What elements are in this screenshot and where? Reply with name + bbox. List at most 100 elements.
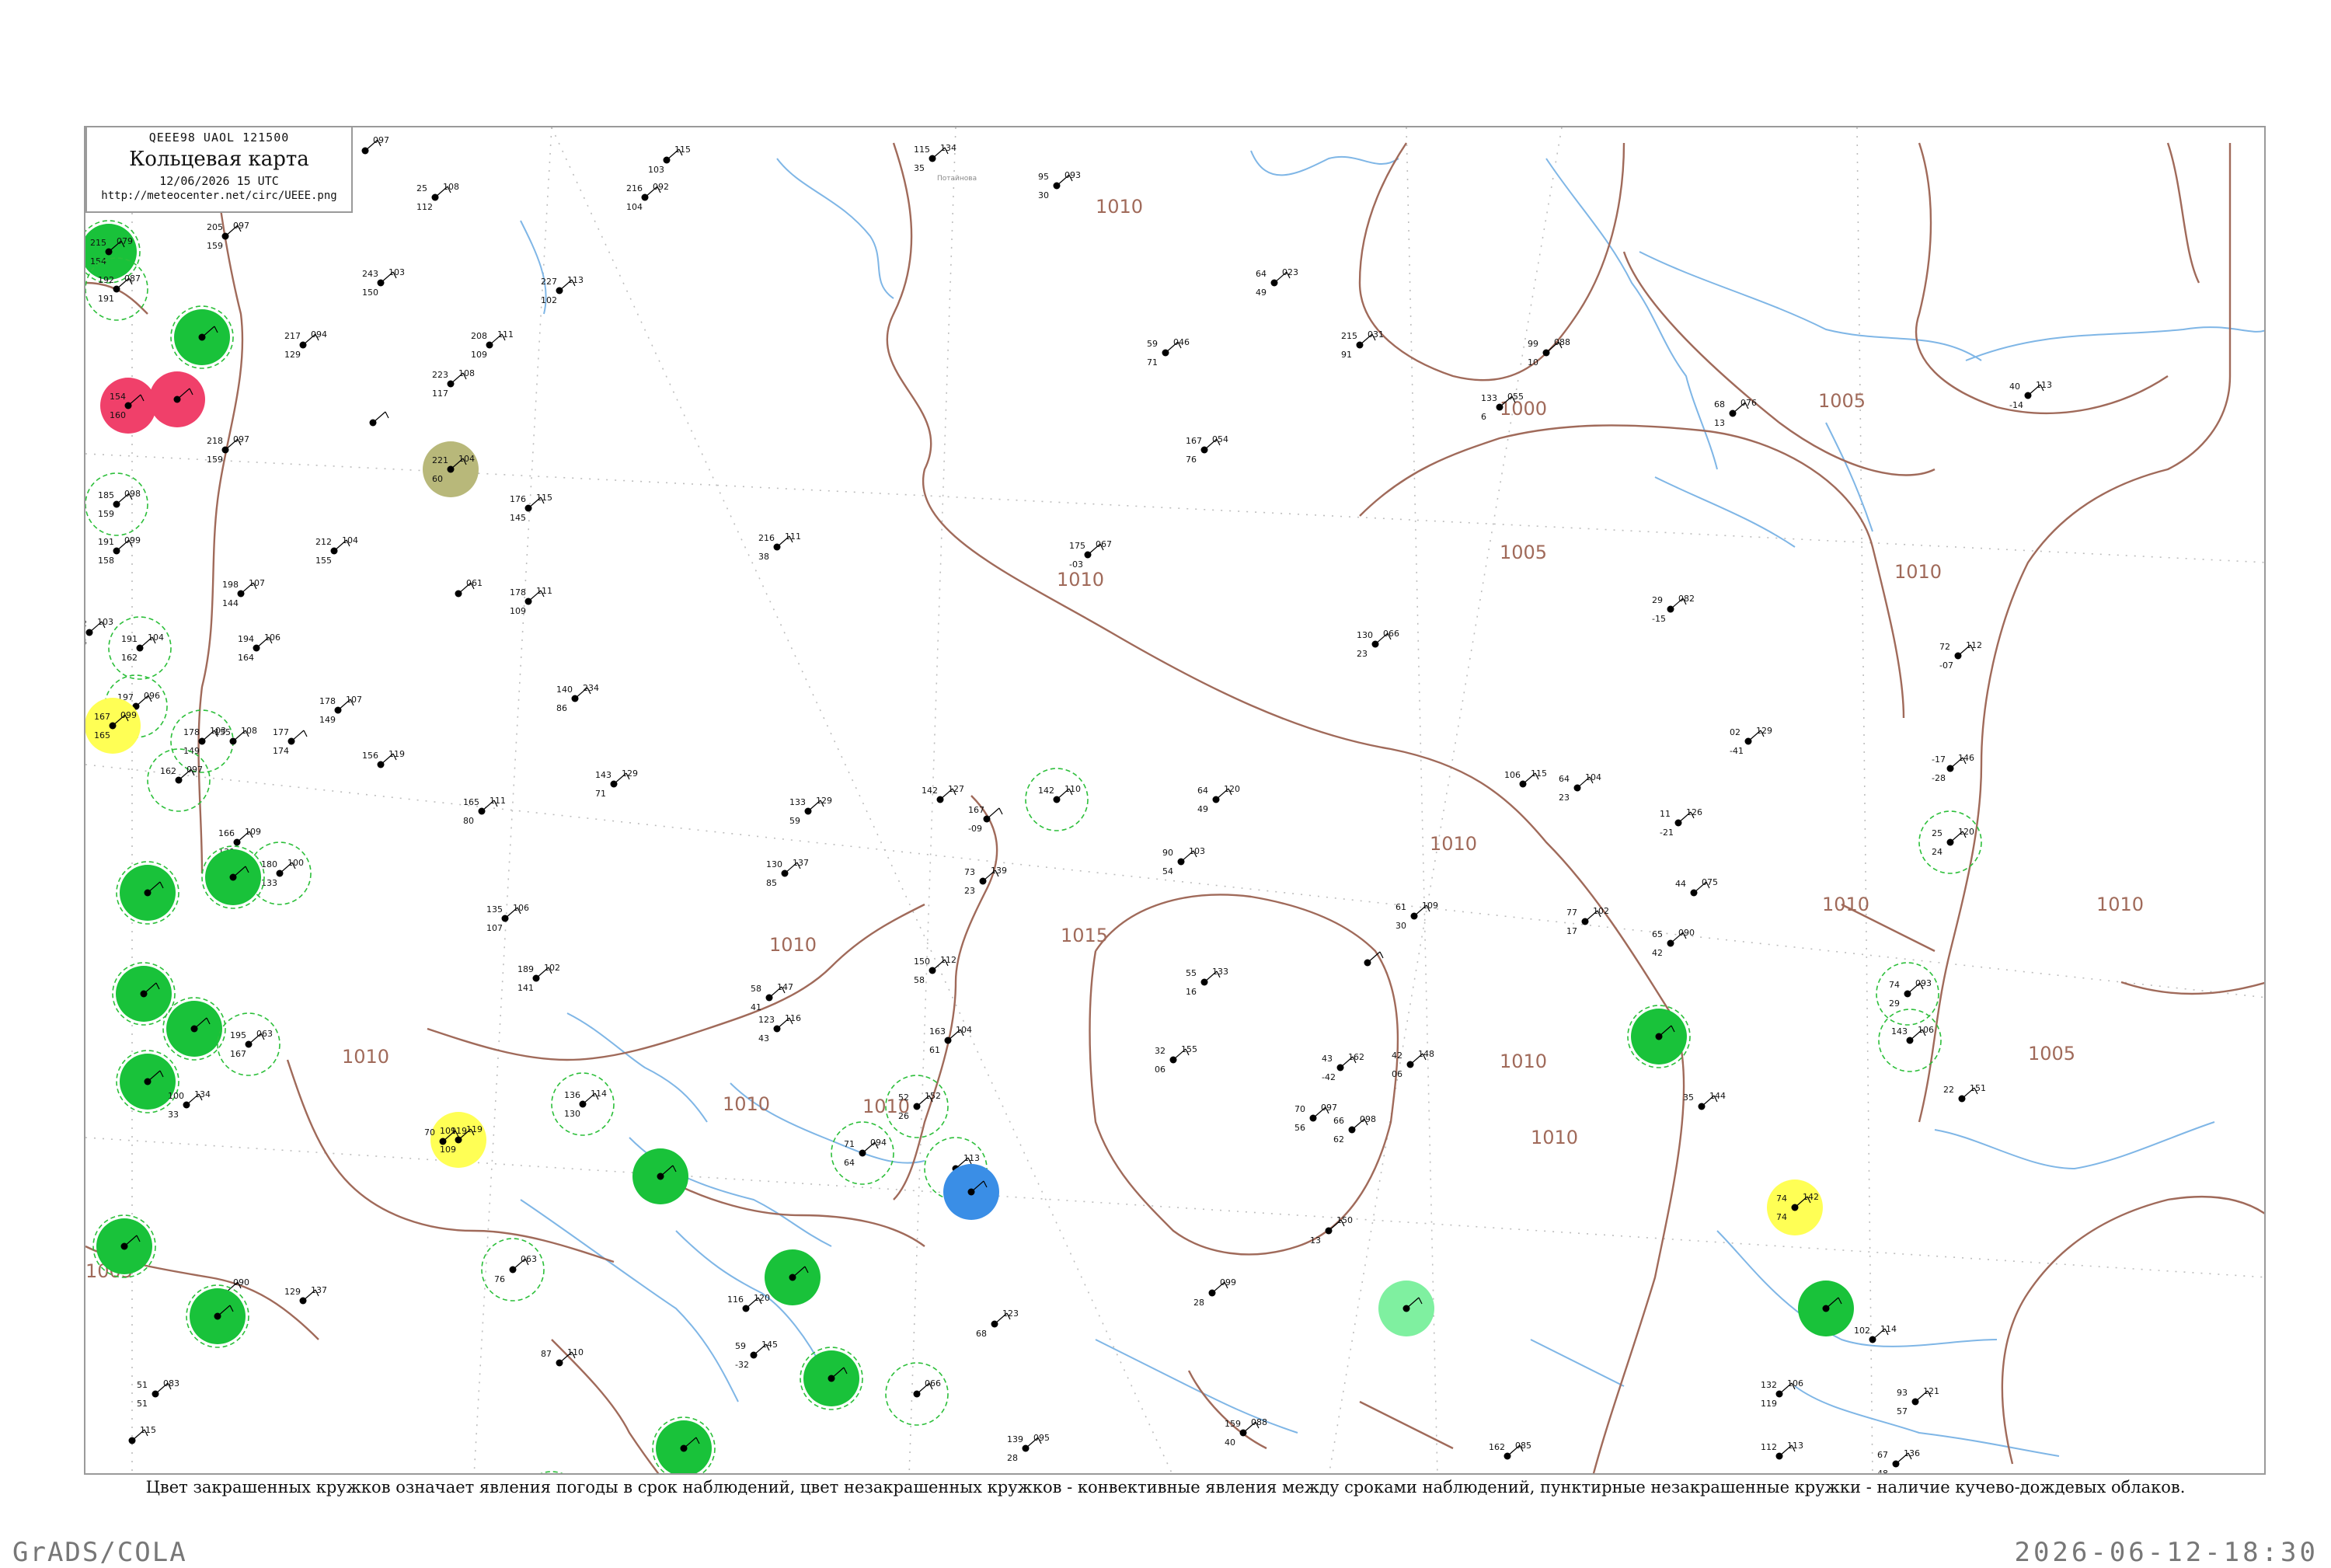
pressure: 113 [567, 275, 584, 285]
pressure: 097 [233, 221, 249, 231]
station: 195 063 167 [217, 1012, 280, 1076]
dewpoint: -03 [1069, 559, 1083, 570]
station: 221 104 60 [423, 441, 479, 497]
footer-software: GrADS/COLA [12, 1537, 187, 1568]
pressure: 099 [1220, 1277, 1236, 1288]
pressure: 066 [925, 1378, 941, 1389]
station: 167 054 76 [1186, 434, 1228, 465]
temperature: 175 [1069, 541, 1085, 551]
station: 129 137 [284, 1285, 327, 1305]
pressure: 106 [1918, 1025, 1934, 1035]
pressure: 155 [1181, 1044, 1197, 1054]
pressure: 123 [1002, 1308, 1019, 1319]
dewpoint: 109 [510, 606, 526, 616]
station: 65 090 42 [1652, 928, 1695, 958]
station: 205 097 159 [207, 221, 249, 251]
pressure: 066 [1383, 629, 1399, 639]
dewpoint: 150 [362, 287, 378, 298]
temperature: 191 [121, 634, 138, 644]
temperature: 142 [922, 786, 938, 796]
bulletin-code: QEEE98 UAOL 121500 [148, 131, 290, 145]
pressure: 120 [1224, 784, 1240, 794]
temperature: 172 [85, 618, 87, 629]
station: 155 108 [214, 726, 257, 745]
isobar-label: 1005 [2028, 1043, 2075, 1064]
temperature: 215 [1341, 331, 1357, 341]
station: 150 13 [1310, 1215, 1353, 1246]
station: 109 119109 [430, 1112, 486, 1168]
station: 133 129 59 [789, 796, 832, 826]
pressure: 083 [163, 1378, 179, 1389]
temperature: 66 [1333, 1116, 1344, 1126]
pressure: 126 [1686, 807, 1702, 817]
dewpoint: 164 [85, 637, 87, 647]
dewpoint: 80 [463, 816, 474, 826]
dewpoint: 13 [1714, 418, 1725, 428]
pressure: 023 [1282, 267, 1298, 277]
temperature: 87 [541, 1349, 552, 1359]
pressure: 120 [754, 1293, 770, 1303]
pressure: 054 [1212, 434, 1228, 444]
temperature: 192 [98, 275, 114, 285]
station: 150 112 58 [914, 955, 956, 985]
temperature: 167 [968, 805, 984, 815]
station: 223 108 117 [432, 368, 475, 399]
dewpoint: 174 [273, 746, 289, 756]
pressure: 115 [674, 145, 691, 155]
wind-feather [1379, 951, 1384, 959]
dewpoint: 112 [416, 202, 433, 212]
pressure: 112 [940, 955, 956, 965]
cb-ring [540, 1471, 563, 1473]
temperature: 25 [416, 183, 427, 193]
dewpoint: 167 [230, 1049, 246, 1059]
temperature: 142 [1038, 786, 1054, 796]
station: 55 133 16 [1186, 967, 1228, 997]
pressure: 088 [1251, 1417, 1267, 1427]
dewpoint: 23 [1559, 793, 1570, 803]
map-title: Кольцевая карта [129, 148, 309, 171]
station: 02 129 -41 [1730, 726, 1772, 756]
pressure: 110 [567, 1347, 584, 1357]
pressure: 102 [1593, 906, 1609, 916]
temperature: 02 [1730, 727, 1740, 737]
temperature: 185 [98, 490, 114, 500]
pressure: 137 [311, 1285, 327, 1295]
temperature: 154 [110, 392, 126, 402]
temperature: 162 [160, 766, 176, 776]
temperature: 55 [1186, 968, 1197, 978]
temperature: 25 [1932, 828, 1942, 838]
temperature: 95 [1038, 172, 1049, 182]
station: 208 111 109 [471, 329, 514, 360]
wind-barb [986, 807, 1000, 820]
dewpoint: -14 [2009, 400, 2023, 410]
dewpoint: 71 [595, 789, 606, 799]
pressure: 136 [1904, 1448, 1920, 1458]
pressure: 152 [925, 1091, 941, 1101]
temperature: 178 [510, 587, 526, 598]
dewpoint: 6 [1481, 412, 1486, 422]
station: 132 106 119 [1761, 1378, 1803, 1409]
station [1378, 1281, 1434, 1336]
station: 123 116 43 [758, 1013, 801, 1044]
temperature: 102 [1854, 1326, 1870, 1336]
dewpoint: 158 [98, 556, 114, 566]
station [632, 1148, 688, 1204]
station [170, 305, 234, 369]
station: 143 129 71 [595, 768, 638, 799]
temperature: 208 [471, 331, 487, 341]
station: 64 104 23 [1559, 772, 1601, 803]
temperature: 123 [758, 1015, 775, 1025]
pressure: 097 [233, 434, 249, 444]
station: 154 160 [100, 378, 156, 434]
station: 40 113 -14 [2009, 380, 2052, 410]
pressure: 061 [466, 578, 483, 588]
temperature: 100 [168, 1091, 184, 1101]
station [92, 1214, 156, 1278]
dewpoint: 61 [929, 1045, 940, 1055]
temperature: 59 [735, 1341, 746, 1351]
pressure: 129 [1756, 726, 1772, 736]
station: 22 151 [1943, 1083, 1986, 1103]
pressure: 115 [140, 1425, 156, 1435]
temperature: 72 [1939, 642, 1950, 652]
dewpoint: 40 [1225, 1437, 1235, 1448]
